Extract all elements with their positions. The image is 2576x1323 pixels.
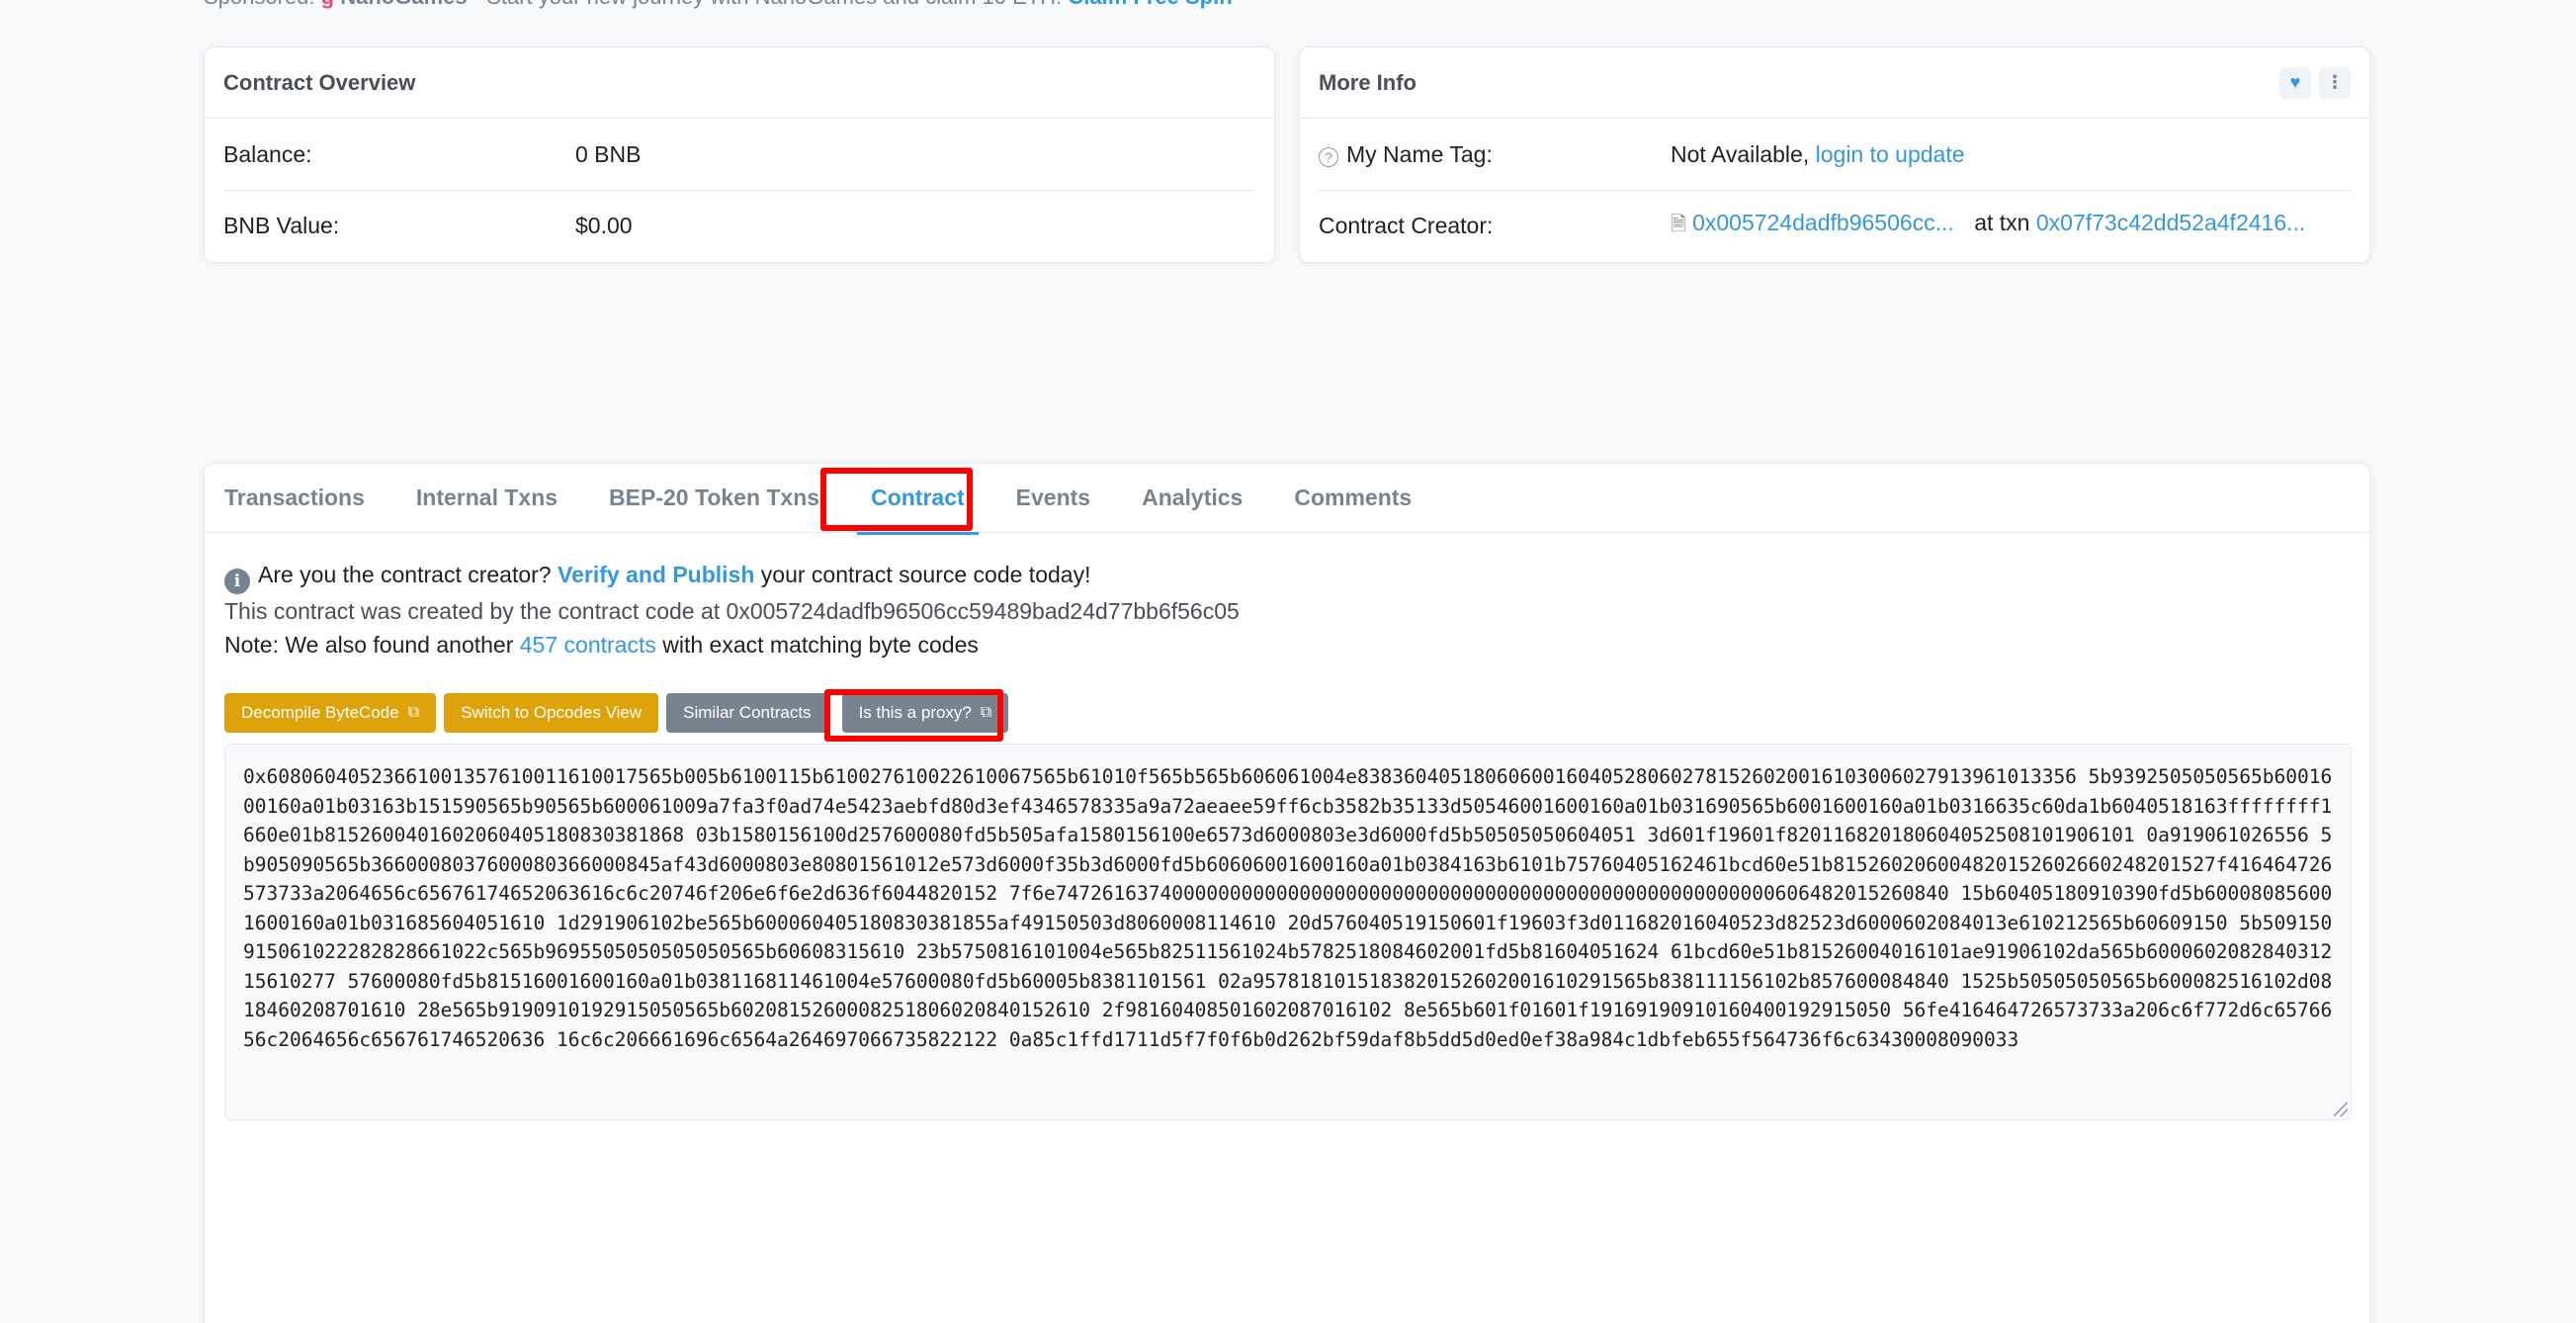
resize-handle-icon[interactable]: [2334, 1102, 2348, 1116]
bnb-value-label: BNB Value:: [223, 213, 340, 238]
bnb-value-value: $0.00: [575, 213, 633, 238]
verify-prompt-suffix: your contract source code today!: [760, 562, 1091, 587]
similar-contracts-button[interactable]: Similar Contracts: [666, 693, 828, 733]
name-tag-row: ? My Name Tag: Not Available, login to up…: [1319, 119, 2351, 190]
tab-transactions[interactable]: Transactions: [224, 485, 365, 511]
contract-creator-label: Contract Creator:: [1319, 213, 1494, 238]
balance-value: 0 BNB: [575, 140, 642, 167]
tab-contract[interactable]: Contract: [857, 485, 979, 535]
switch-to-opcodes-button[interactable]: Switch to Opcodes View: [444, 693, 659, 733]
external-link-icon: ⧉: [980, 704, 992, 721]
created-by-line: This contract was created by the contrac…: [224, 594, 1240, 628]
sponsored-banner: Sponsored: ɡ NanoGames - Start your new …: [204, 0, 1233, 14]
external-link-icon: ⧉: [407, 704, 420, 721]
switch-to-opcodes-label: Switch to Opcodes View: [461, 703, 643, 722]
sponsored-prefix: Sponsored:: [204, 0, 315, 9]
matching-contracts-link[interactable]: 457 contracts: [520, 632, 656, 658]
is-this-a-proxy-label: Is this a proxy?: [858, 703, 972, 722]
decompile-bytecode-label: Decompile ByteCode: [241, 703, 399, 722]
bytecode-actions: Decompile ByteCode ⧉ Switch to Opcodes V…: [224, 693, 1009, 733]
contract-creator-row: Contract Creator: 🗎 0x005724dadfb96506cc.…: [1319, 190, 2351, 261]
heart-icon[interactable]: ♥: [2279, 66, 2311, 99]
more-info-header: More Info ♥ ⋮: [1300, 47, 2369, 119]
tab-comments[interactable]: Comments: [1294, 485, 1412, 511]
tab-internal-txns[interactable]: Internal Txns: [416, 485, 558, 511]
creator-address-link[interactable]: 0x005724dadfb96506cc...: [1692, 210, 1954, 235]
contract-overview-card: Contract Overview Balance: 0 BNB BNB Val…: [204, 46, 1275, 263]
tab-events[interactable]: Events: [1016, 485, 1090, 511]
name-tag-value: Not Available,: [1671, 140, 1810, 167]
tab-bar: Transactions Internal Txns BEP-20 Token …: [205, 464, 2369, 535]
balance-row: Balance: 0 BNB: [223, 119, 1255, 190]
file-icon: 🗎: [1671, 213, 1687, 235]
is-this-a-proxy-button[interactable]: Is this a proxy? ⧉: [841, 693, 1009, 733]
claim-free-spin-link[interactable]: Claim Free Spin: [1068, 0, 1232, 9]
decompile-bytecode-button[interactable]: Decompile ByteCode ⧉: [224, 693, 437, 733]
tab-bep20-token-txns[interactable]: BEP-20 Token Txns: [609, 485, 819, 511]
balance-label: Balance:: [223, 140, 312, 167]
note-prefix: Note: We also found another: [224, 632, 514, 658]
creator-txn-link[interactable]: 0x07f73c42dd52a4f2416...: [2036, 210, 2305, 235]
nanogames-logo-icon: ɡ: [321, 0, 334, 9]
note-suffix: with exact matching byte codes: [662, 632, 979, 658]
similar-contracts-label: Similar Contracts: [683, 703, 812, 722]
bnb-value-row: BNB Value: $0.00: [223, 190, 1255, 261]
info-circle-icon: i: [224, 569, 250, 594]
sponsor-text: - Start your new journey with NanoGames …: [473, 0, 1062, 9]
name-tag-label-wrap: ? My Name Tag:: [1319, 141, 1671, 168]
verify-prompt-prefix: Are you the contract creator?: [258, 562, 552, 587]
bytecode-text: 0x60806040523661001357610011610017565b00…: [243, 765, 2333, 1051]
contract-info: i Are you the contract creator? Verify an…: [224, 558, 1240, 662]
tab-analytics[interactable]: Analytics: [1142, 485, 1243, 511]
bytecode-textarea[interactable]: 0x60806040523661001357610011610017565b00…: [224, 744, 2352, 1120]
more-info-card: More Info ♥ ⋮ ? My Name Tag: Not Availabl…: [1299, 46, 2370, 263]
verify-prompt-line: i Are you the contract creator? Verify an…: [224, 558, 1240, 594]
question-circle-icon[interactable]: ?: [1319, 146, 1338, 167]
matching-note-line: Note: We also found another 457 contract…: [224, 628, 1240, 662]
contract-creator-value: 🗎 0x005724dadfb96506cc... at txn 0x07f73c…: [1671, 210, 2305, 243]
more-info-title: More Info: [1319, 69, 1417, 95]
verify-and-publish-link[interactable]: Verify and Publish: [558, 562, 754, 587]
sponsor-brand[interactable]: NanoGames: [340, 0, 467, 9]
more-info-actions: ♥ ⋮: [2279, 66, 2351, 99]
contract-tabs-card: Transactions Internal Txns BEP-20 Token …: [204, 463, 2370, 1323]
created-by-text: This contract was created by the contrac…: [224, 598, 1240, 624]
creator-at-txn-label: at txn: [1974, 209, 2030, 235]
more-vertical-icon[interactable]: ⋮: [2319, 66, 2351, 99]
name-tag-value-wrap: Not Available, login to update: [1671, 141, 1965, 168]
login-to-update-link[interactable]: login to update: [1816, 141, 1965, 167]
contract-overview-title: Contract Overview: [205, 47, 1274, 119]
name-tag-label: My Name Tag:: [1346, 140, 1493, 167]
